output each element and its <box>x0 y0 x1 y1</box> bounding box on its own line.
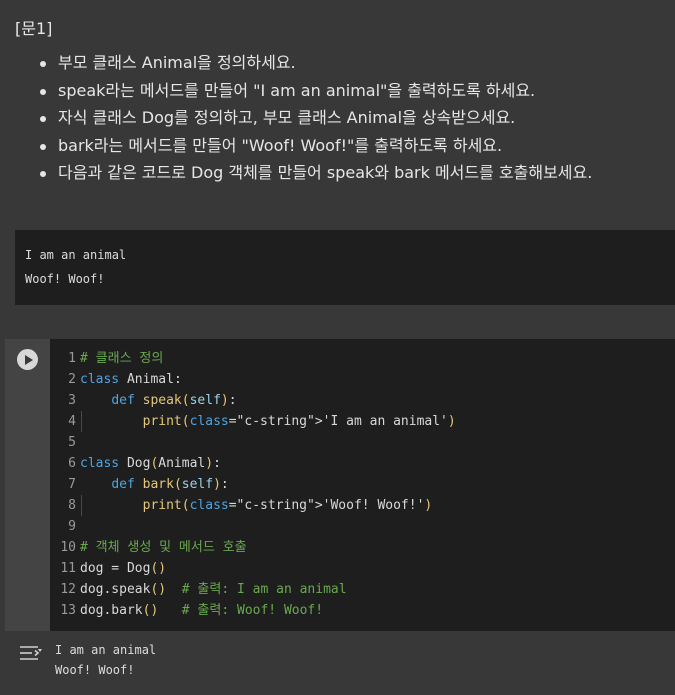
output-line: I am an animal <box>25 248 127 262</box>
code-text: # 클래스 정의 <box>80 351 164 366</box>
line-number: 11 <box>60 561 76 576</box>
indent-guide <box>81 495 82 516</box>
line-number: 12 <box>60 582 76 597</box>
line-number: 9 <box>68 519 76 534</box>
code-line: 4 print(class="c-string">'I am an animal… <box>50 411 456 432</box>
markdown-cell[interactable]: [문1] 부모 클래스 Animal을 정의하세요. speak라는 메서드를 … <box>0 0 675 205</box>
code-text: class Dog(Animal): <box>80 456 221 471</box>
code-line: 9 <box>50 516 456 537</box>
code-text: class Animal: <box>80 372 182 387</box>
code-line: 6 class Dog(Animal): <box>50 453 456 474</box>
list-item-text: speak라는 메서드를 만들어 "I am an animal"을 출력하도록… <box>58 80 536 100</box>
code-text: dog = Dog() <box>80 561 167 576</box>
line-number: 4 <box>68 414 76 429</box>
output-line: Woof! Woof! <box>55 663 135 677</box>
line-number: 1 <box>68 351 76 366</box>
indent-guide <box>81 411 82 432</box>
instruction-list: 부모 클래스 Animal을 정의하세요. speak라는 메서드를 만들어 "… <box>40 52 593 190</box>
list-item-text: 부모 클래스 Animal을 정의하세요. <box>58 53 296 72</box>
list-item: 다음과 같은 코드로 Dog 객체를 만들어 speak와 bark 메서드를 … <box>40 162 593 190</box>
list-item: 부모 클래스 Animal을 정의하세요. <box>40 52 592 80</box>
bullet-icon <box>40 116 46 122</box>
code-line: 3 def speak(self): <box>50 390 456 411</box>
notebook-page: [문1] 부모 클래스 Animal을 정의하세요. speak라는 메서드를 … <box>0 0 675 695</box>
code-line: 13 dog.bark() # 출력: Woof! Woof! <box>50 600 456 621</box>
line-number: 3 <box>68 393 76 408</box>
line-number: 2 <box>68 372 76 387</box>
list-item: speak라는 메서드를 만들어 "I am an animal"을 출력하도록… <box>40 80 592 108</box>
line-number: 5 <box>68 435 76 450</box>
list-item: 자식 클래스 Dog를 정의하고, 부모 클래스 Animal을 상속받으세요. <box>40 107 592 135</box>
list-item-text: bark라는 메서드를 만들어 "Woof! Woof!"를 출력하도록 하세요… <box>58 135 503 155</box>
bullet-icon <box>40 171 46 177</box>
code-line: 7 def bark(self): <box>50 474 456 495</box>
bullet-icon <box>40 61 46 67</box>
output-line: Woof! Woof! <box>25 272 105 286</box>
code-cell[interactable]: 1 # 클래스 정의 2 class Animal: 3 def speak(sel… <box>5 339 675 631</box>
line-number: 6 <box>68 456 76 471</box>
output-line: I am an animal <box>55 643 157 657</box>
list-item-text: 자식 클래스 Dog를 정의하고, 부모 클래스 Animal을 상속받으세요. <box>58 108 516 127</box>
code-text: def bark(self): <box>111 477 229 492</box>
list-item: bark라는 메서드를 만들어 "Woof! Woof!"를 출력하도록 하세요… <box>40 135 592 163</box>
code-line: 12 dog.speak() # 출력: I am an animal <box>50 579 456 600</box>
code-line: 1 # 클래스 정의 <box>50 348 456 369</box>
output-options-icon[interactable] <box>18 644 42 662</box>
code-line: 5 <box>50 432 456 453</box>
line-number: 8 <box>68 498 76 513</box>
list-item-text: 다음과 같은 코드로 Dog 객체를 만들어 speak와 bark 메서드를 … <box>58 163 593 182</box>
bullet-icon <box>40 88 46 95</box>
cell-output: I am an animal Woof! Woof! <box>5 631 675 695</box>
line-number: 10 <box>60 540 76 555</box>
code-line: 11 dog = Dog() <box>50 558 456 579</box>
line-number: 7 <box>68 477 76 492</box>
bullet-icon <box>40 143 46 150</box>
expected-output-block: I am an animal Woof! Woof! <box>15 230 675 305</box>
code-text: print(class="c-string">'Woof! Woof!') <box>142 498 433 513</box>
code-line: 2 class Animal: <box>50 369 456 390</box>
line-number: 13 <box>60 603 76 618</box>
run-cell-button[interactable] <box>17 349 38 370</box>
code-text: dog.bark() # 출력: Woof! Woof! <box>80 603 324 618</box>
code-text: dog.speak() # 출력: I am an animal <box>80 582 347 597</box>
code-text: # 객체 생성 및 메서드 호출 <box>80 540 247 555</box>
code-line: 10 # 객체 생성 및 메서드 호출 <box>50 537 456 558</box>
problem-title: [문1] <box>15 19 53 38</box>
code-text: print(class="c-string">'I am an animal') <box>142 414 456 429</box>
cell-gutter <box>5 339 50 631</box>
code-text: def speak(self): <box>111 393 237 408</box>
code-line: 8 print(class="c-string">'Woof! Woof!') <box>50 495 456 516</box>
code-editor[interactable]: 1 # 클래스 정의 2 class Animal: 3 def speak(sel… <box>50 339 675 631</box>
